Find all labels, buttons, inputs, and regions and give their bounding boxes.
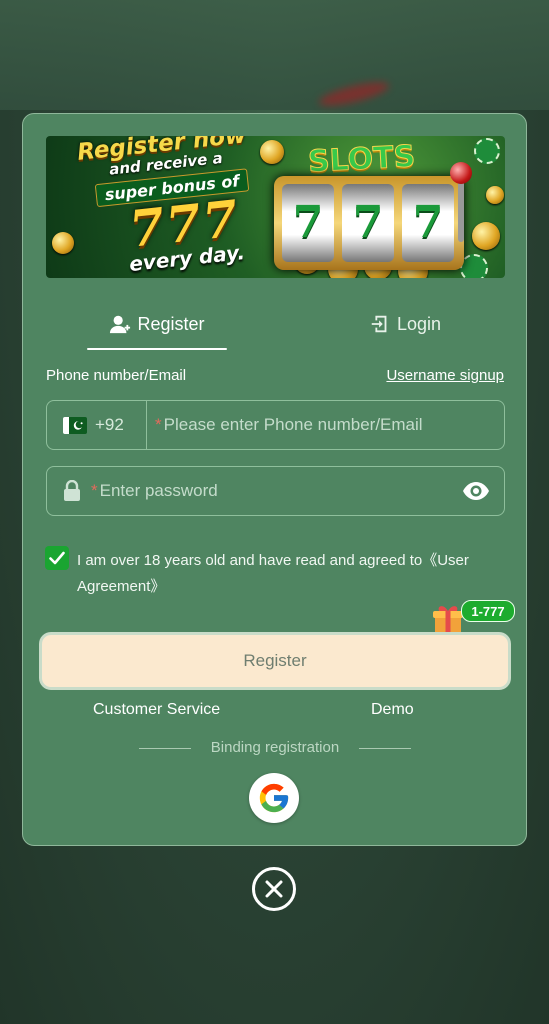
bonus-badge: 1-777 — [461, 600, 515, 622]
divider — [359, 748, 411, 749]
coin-decoration — [472, 222, 500, 250]
slot-lever-knob — [450, 162, 472, 184]
tab-register-label: Register — [137, 313, 205, 334]
divider — [139, 748, 191, 749]
tab-login[interactable]: Login — [335, 304, 475, 344]
register-button[interactable]: Register — [39, 632, 511, 690]
required-mark: * — [91, 481, 98, 500]
eye-icon[interactable] — [462, 479, 490, 503]
promo-banner[interactable]: SLOTS 7 7 7 Register now and receive a s… — [46, 136, 505, 278]
gift-icon — [433, 606, 463, 634]
chip-decoration — [474, 138, 500, 164]
tab-login-label: Login — [396, 313, 442, 334]
tab-active-indicator — [87, 348, 227, 350]
chip-decoration — [460, 254, 488, 278]
coin-decoration — [52, 232, 74, 254]
slot-lever — [458, 178, 464, 242]
password-input[interactable]: * Enter password — [91, 467, 218, 515]
slot-machine: 7 7 7 — [274, 176, 464, 270]
checkmark-icon — [49, 551, 65, 565]
agreement-checkbox[interactable] — [45, 546, 69, 570]
slots-logo: SLOTS — [307, 139, 417, 181]
register-modal: SLOTS 7 7 7 Register now and receive a s… — [22, 113, 527, 846]
pakistan-flag-icon — [63, 416, 87, 434]
background-top — [0, 0, 549, 110]
banner-text: Register now and receive a super bonus o… — [76, 136, 300, 278]
demo-link[interactable]: Demo — [371, 701, 414, 719]
google-icon — [259, 783, 289, 813]
username-signup-link[interactable]: Username signup — [386, 367, 504, 384]
close-modal-button[interactable] — [252, 867, 296, 911]
phone-field[interactable]: +92 * Please enter Phone number/Email — [46, 400, 505, 450]
password-field[interactable]: * Enter password — [46, 466, 505, 516]
reel: 7 — [342, 184, 394, 262]
country-code: +92 — [95, 415, 124, 434]
user-add-icon — [110, 315, 131, 334]
reel: 7 — [402, 184, 454, 262]
binding-registration-label: Binding registration — [210, 739, 340, 756]
close-icon — [265, 880, 283, 898]
phone-label: Phone number/Email — [46, 367, 187, 384]
google-signin-button[interactable] — [249, 773, 299, 823]
password-placeholder: Enter password — [99, 481, 218, 500]
required-mark: * — [155, 415, 162, 434]
coin-decoration — [486, 186, 504, 204]
phone-placeholder: Please enter Phone number/Email — [163, 415, 423, 434]
login-door-icon — [371, 315, 387, 333]
agreement-text[interactable]: I am over 18 years old and have read and… — [77, 548, 502, 600]
tab-register[interactable]: Register — [87, 304, 227, 344]
lock-icon — [64, 480, 80, 501]
customer-service-link[interactable]: Customer Service — [93, 701, 220, 719]
phone-input[interactable]: * Please enter Phone number/Email — [155, 401, 423, 449]
country-code-selector[interactable]: +92 — [47, 401, 147, 449]
